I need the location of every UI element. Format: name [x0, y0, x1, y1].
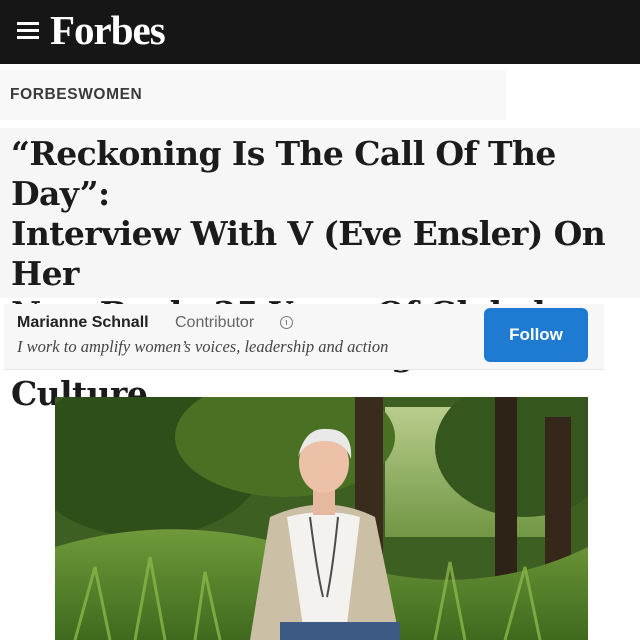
site-header: Forbes	[0, 0, 640, 64]
forbes-logo[interactable]: Forbes	[50, 6, 166, 54]
follow-button[interactable]: Follow	[484, 308, 588, 362]
author-role: Contributor	[175, 314, 255, 331]
article-title-line: Interview With V (Eve Ensler) On Her	[11, 214, 606, 293]
section-label[interactable]: FORBESWOMEN	[10, 86, 142, 104]
info-circle-icon[interactable]	[280, 316, 293, 329]
article-title-line: “Reckoning Is The Call Of The Day”:	[11, 134, 556, 213]
author-name[interactable]: Marianne Schnall	[17, 314, 149, 332]
article-photo	[55, 397, 588, 640]
author-bio: I work to amplify women’s voices, leader…	[17, 337, 389, 356]
article-title: “Reckoning Is The Call Of The Day”: Inte…	[11, 134, 637, 414]
hamburger-menu-icon[interactable]	[17, 22, 39, 40]
